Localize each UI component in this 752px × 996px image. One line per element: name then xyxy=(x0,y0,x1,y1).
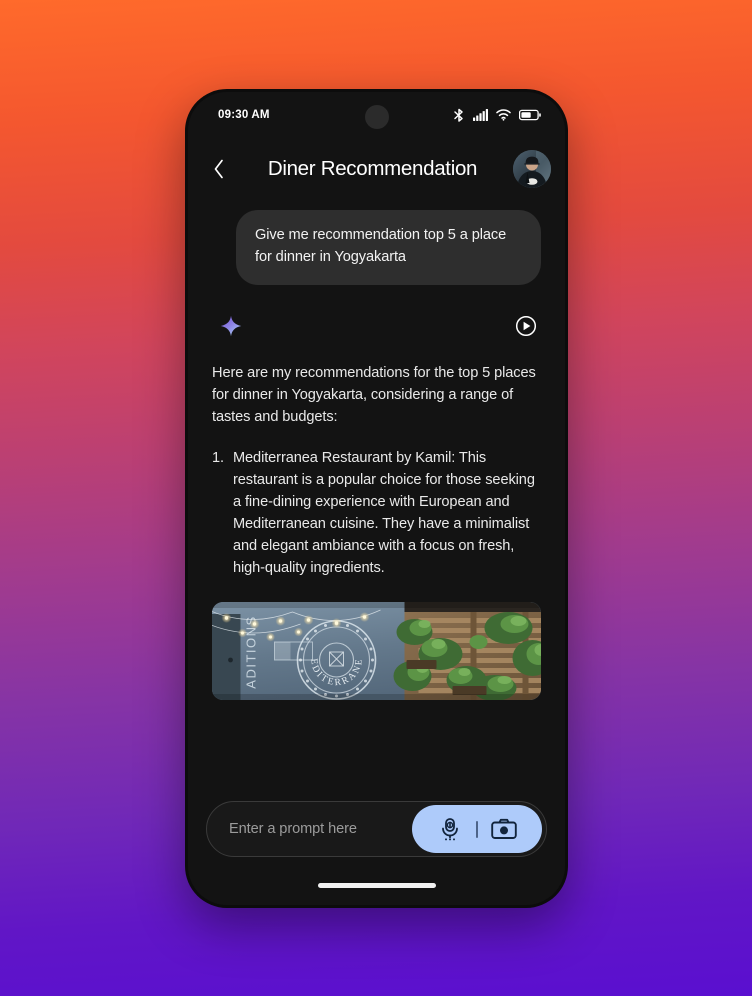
app-bar: Diner Recommendation xyxy=(188,138,565,200)
status-bar-icons xyxy=(453,108,541,123)
cellular-signal-icon xyxy=(473,109,488,121)
user-message-bubble: Give me recommendation top 5 a place for… xyxy=(236,210,541,285)
input-actions-pill xyxy=(412,805,542,853)
microphone-icon xyxy=(439,817,461,841)
back-button[interactable] xyxy=(202,152,236,186)
list-item-text: Mediterranea Restaurant by Kamil: This r… xyxy=(232,450,535,576)
home-indicator[interactable] xyxy=(317,882,436,888)
input-bar[interactable] xyxy=(206,801,547,857)
user-message-row: Give me recommendation top 5 a place for… xyxy=(212,210,541,285)
voice-input-button[interactable] xyxy=(424,805,476,853)
system-navigation-zone xyxy=(188,865,565,905)
assistant-header xyxy=(212,315,541,337)
page-title: Diner Recommendation xyxy=(267,157,478,180)
status-bar-time: 09:30 AM xyxy=(218,109,270,121)
status-bar: 09:30 AM xyxy=(188,92,565,138)
avatar[interactable] xyxy=(513,150,551,188)
camera-input-button[interactable] xyxy=(478,805,530,853)
front-camera-punch-hole xyxy=(364,105,389,129)
prompt-input[interactable] xyxy=(229,821,412,837)
restaurant-photo[interactable]: ADITIONS EDITERRANE xyxy=(212,601,541,700)
list-item: 1. Mediterranea Restaurant by Kamil: Thi… xyxy=(212,448,541,579)
wifi-icon xyxy=(496,109,511,121)
list-item-number: 1. xyxy=(212,450,224,467)
bluetooth-icon xyxy=(453,108,465,123)
camera-icon xyxy=(491,818,517,840)
phone-frame: 09:30 AM Diner Recommendation Give me re… xyxy=(185,89,568,908)
phone-screen: 09:30 AM Diner Recommendation Give me re… xyxy=(188,92,565,905)
sparkle-icon xyxy=(220,315,242,337)
input-bar-container xyxy=(188,789,565,865)
assistant-recommendation-list: 1. Mediterranea Restaurant by Kamil: Thi… xyxy=(212,448,541,579)
play-circle-icon xyxy=(515,315,537,337)
assistant-intro-text: Here are my recommendations for the top … xyxy=(212,364,536,425)
chevron-left-icon xyxy=(213,159,225,179)
chat-scroll-area[interactable]: Give me recommendation top 5 a place for… xyxy=(188,200,565,789)
play-audio-button[interactable] xyxy=(515,315,537,337)
battery-icon xyxy=(519,109,541,121)
